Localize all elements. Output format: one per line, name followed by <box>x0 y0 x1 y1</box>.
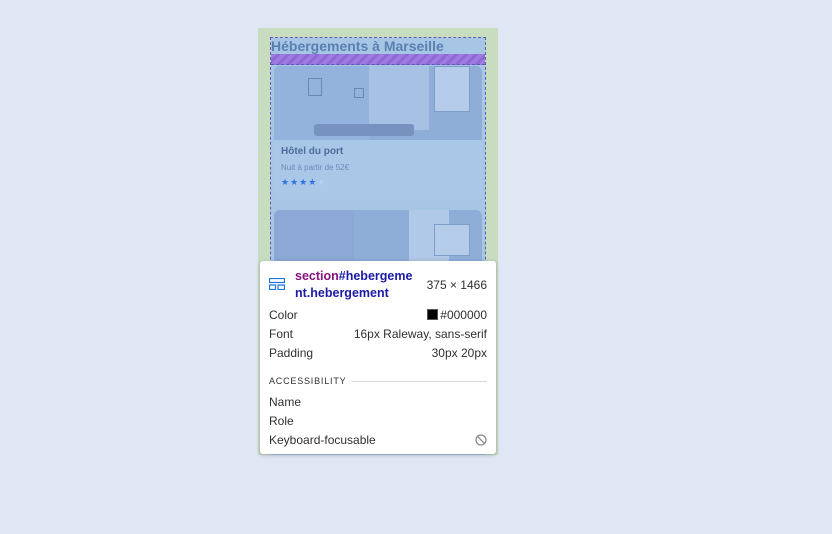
hotel-price: Nuit à partir de 52€ <box>281 163 350 172</box>
a11y-role-row: Role <box>269 413 487 429</box>
star-rating: ★★★★★ <box>281 178 326 188</box>
padding-row: Padding 30px 20px <box>269 345 487 361</box>
row-label: Font <box>269 327 294 341</box>
star-icon: ★ <box>308 178 318 188</box>
hotel-title: Hôtel du port <box>281 146 344 157</box>
row-value: 16px Raleway, sans-serif <box>353 327 487 341</box>
layout-icon <box>269 278 285 290</box>
a11y-focusable-row: Keyboard-focusable <box>269 432 487 448</box>
element-selector: section#hebergement.hebergement <box>295 268 413 302</box>
font-row: Font 16px Raleway, sans-serif <box>269 326 487 342</box>
color-row: Color #000000 <box>269 307 487 323</box>
accessibility-header: ACCESSIBILITY <box>269 375 487 387</box>
row-label: Keyboard-focusable <box>269 433 376 447</box>
row-value: 30px 20px <box>431 346 487 360</box>
element-size: 375 × 1466 <box>426 278 487 292</box>
a11y-name-row: Name <box>269 394 487 410</box>
star-icon: ★ <box>281 178 291 188</box>
not-allowed-icon <box>475 434 487 446</box>
row-label: Name <box>269 395 302 409</box>
star-icon: ★ <box>290 178 300 188</box>
row-label: Role <box>269 414 294 428</box>
row-value: #000000 <box>427 308 487 322</box>
hotel-card[interactable]: Hôtel du port Nuit à partir de 52€ ★★★★★ <box>274 66 482 200</box>
margin-highlight <box>271 54 485 65</box>
hotel-image <box>274 66 482 140</box>
element-tag: section <box>295 269 339 283</box>
row-label: Padding <box>269 346 314 360</box>
row-label: Color <box>269 308 298 322</box>
inspector-tooltip: section#hebergement.hebergement 375 × 14… <box>260 261 496 454</box>
color-swatch <box>427 309 439 320</box>
star-icon: ★ <box>317 178 327 188</box>
section-heading: Hébergements à Marseille <box>271 38 485 55</box>
star-icon: ★ <box>299 178 309 188</box>
